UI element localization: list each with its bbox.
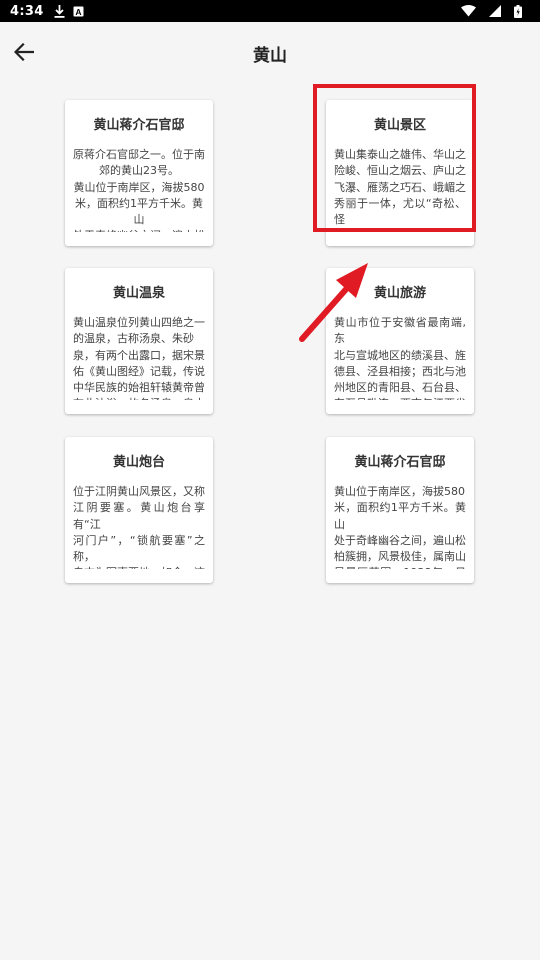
card-huangshan-fort[interactable]: 黄山炮台 位于江阴黄山风景区，又称 江阴要塞。黄山炮台享有“江 河门户”，“锁航… [65,437,213,583]
wifi-icon [461,5,476,17]
app-bar: 黄山 [0,22,540,84]
pointer-arrow-icon [299,263,368,342]
card-title: 黄山温泉 [112,286,165,301]
battery-icon [514,4,522,18]
signal-icon [489,5,501,17]
card-title: 黄山炮台 [112,455,165,470]
svg-text:A: A [75,7,81,17]
card-title: 黄山蒋介石官邸 [354,455,446,470]
card-description: 位于江阴黄山风景区，又称 江阴要塞。黄山炮台享有“江 河门户”，“锁航要塞”之称… [73,485,205,569]
a-notification-icon: A [73,6,84,17]
page-title: 黄山 [253,46,287,66]
card-jiang-residence-2[interactable]: 黄山蒋介石官邸 黄山位于南岸区，海拔580 米，面积约1平方千米。黄山 处于奇峰… [326,437,474,583]
card-description: 黄山温泉位列黄山四绝之一 的温泉，古称汤泉、朱砂 泉，有两个出露口，据宋景 佑《… [73,316,205,400]
status-bar: 4:34 A [0,0,540,22]
card-jiang-residence-1[interactable]: 黄山蒋介石官邸 原蒋介石官邸之一。位于南 郊的黄山23号。 黄山位于南岸区，海拔… [65,100,213,246]
status-time: 4:34 [10,3,44,19]
highlight-box [313,84,476,232]
card-title: 黄山蒋介石官邸 [93,118,185,133]
card-description: 原蒋介石官邸之一。位于南 郊的黄山23号。 黄山位于南岸区，海拔580 米，面积… [73,148,205,232]
card-description: 黄山位于南岸区，海拔580 米，面积约1平方千米。黄山 处于奇峰幽谷之间，遍山松… [334,485,466,569]
download-icon [54,4,65,18]
card-huangshan-hot-spring[interactable]: 黄山温泉 黄山温泉位列黄山四绝之一 的温泉，古称汤泉、朱砂 泉，有两个出露口，据… [65,268,213,414]
